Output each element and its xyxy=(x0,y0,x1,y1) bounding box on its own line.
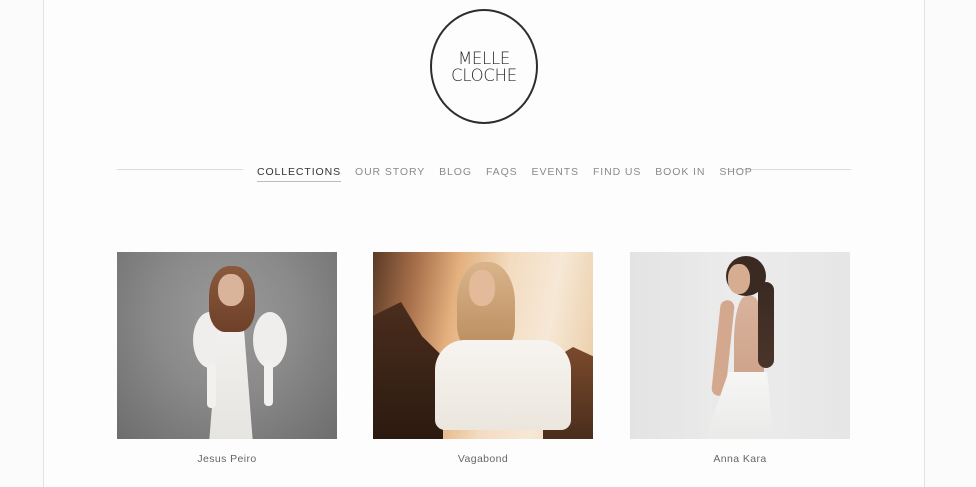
nav-item-blog[interactable]: BLOG xyxy=(432,164,479,181)
nav-item-shop[interactable]: SHOP xyxy=(712,164,759,181)
logo-line-1: MELLE xyxy=(458,48,510,68)
collection-card-anna-kara[interactable]: Anna Kara xyxy=(630,252,850,465)
collection-image[interactable] xyxy=(630,252,850,439)
collection-title[interactable]: Vagabond xyxy=(373,453,593,465)
collection-title[interactable]: Jesus Peiro xyxy=(117,453,337,465)
nav-item-find-us[interactable]: FIND US xyxy=(586,164,648,181)
nav-divider-left xyxy=(117,169,243,170)
nav-item-collections[interactable]: COLLECTIONS xyxy=(250,164,348,182)
main-nav: COLLECTIONS OUR STORY BLOG FAQS EVENTS F… xyxy=(250,164,760,184)
brand-logo[interactable]: MELLE CLOCHE xyxy=(430,9,538,124)
nav-item-our-story[interactable]: OUR STORY xyxy=(348,164,432,181)
logo-line-2: CLOCHE xyxy=(451,65,517,85)
collection-card-jesus-peiro[interactable]: Jesus Peiro xyxy=(117,252,337,465)
collection-image[interactable] xyxy=(117,252,337,439)
collection-card-vagabond[interactable]: Vagabond xyxy=(373,252,593,465)
nav-item-book-in[interactable]: BOOK IN xyxy=(648,164,712,181)
nav-item-events[interactable]: EVENTS xyxy=(525,164,586,181)
nav-item-faqs[interactable]: FAQS xyxy=(479,164,525,181)
collection-title[interactable]: Anna Kara xyxy=(630,453,850,465)
collection-image[interactable] xyxy=(373,252,593,439)
